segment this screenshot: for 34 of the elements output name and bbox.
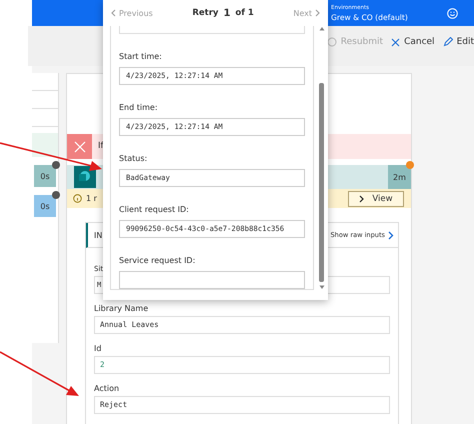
chevron-icon [359,194,366,202]
status-dot [406,161,414,169]
input-field[interactable] [119,26,305,34]
field-label: Start time: [119,51,163,63]
error-icon [74,140,86,152]
sharepoint-icon [79,171,91,183]
info-icon [73,194,82,203]
field-label: Client request ID: [119,204,190,216]
panel-title: Retry [192,8,218,18]
retry-index: 1 [223,8,230,18]
field-label: Id [94,343,102,355]
chevron-icon [388,230,394,240]
field-label: Action [94,383,120,395]
spinner-icon [326,37,337,47]
field-label: Library Name [94,303,148,315]
scrollbar[interactable] [317,26,326,290]
scroll-down-icon[interactable] [318,285,324,290]
smiley-icon[interactable] [447,8,458,18]
chevron-icon [111,9,116,17]
input-field[interactable] [119,271,305,289]
view-button[interactable]: View [348,190,404,206]
chevron-icon [315,9,320,17]
field-label: Status: [119,153,148,165]
field-label: Service request ID: [119,255,196,267]
pencil-icon [442,37,453,47]
warning-text: 1 r [86,194,97,203]
field-label: End time: [119,102,159,114]
inputs-title: IN [94,230,102,240]
toolbar-button[interactable]: Edit [442,34,474,50]
duration-label: 0s [40,202,50,210]
duration-label: 0s [40,172,50,180]
retry-count: of 1 [235,8,254,18]
toolbar-button[interactable]: Cancel [391,34,435,50]
duration-label: 2m [393,172,406,182]
